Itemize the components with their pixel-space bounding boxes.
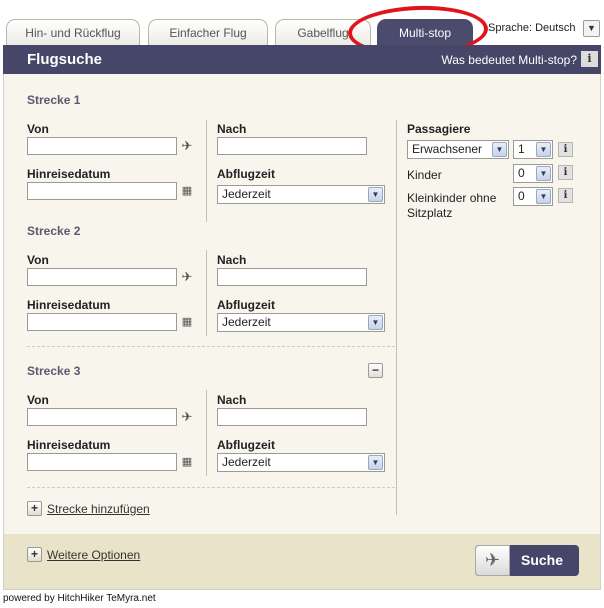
segment-1-to-input[interactable] xyxy=(217,137,367,155)
airplane-icon[interactable]: ✈ xyxy=(178,137,196,155)
search-button[interactable]: ✈ Suche xyxy=(475,545,579,576)
segment-3-from-label: Von xyxy=(27,393,49,407)
footer-bar: + Weitere Optionen ✈ Suche xyxy=(4,534,600,589)
segment-1-time-select[interactable]: Jederzeit ▼ xyxy=(217,185,385,204)
infants-count-value: 0 xyxy=(518,189,525,203)
infants-label: Kleinkinder ohne xyxy=(407,191,497,205)
chevron-down-icon: ▼ xyxy=(368,315,383,330)
plane-icon: ✈ xyxy=(475,545,510,576)
segment-1-from-input[interactable] xyxy=(27,137,177,155)
segment-1-time-label: Abflugzeit xyxy=(217,167,275,181)
page-title: Flugsuche xyxy=(27,51,103,68)
calendar-icon[interactable]: ▦ xyxy=(178,313,196,331)
minus-icon: − xyxy=(371,363,379,377)
segment-2-time-value: Jederzeit xyxy=(222,315,271,329)
column-divider xyxy=(396,120,397,515)
segment-1-to-label: Nach xyxy=(217,122,247,136)
chevron-down-icon: ▼ xyxy=(536,189,551,204)
segment-3-date-label: Hinreisedatum xyxy=(27,438,111,452)
children-count-select[interactable]: 0 ▼ xyxy=(513,164,553,183)
segment-3-time-label: Abflugzeit xyxy=(217,438,275,452)
remove-segment-button[interactable]: − xyxy=(368,363,383,378)
info-icon[interactable]: i xyxy=(558,188,573,203)
search-button-label: Suche xyxy=(521,552,564,568)
plus-icon: + xyxy=(30,501,38,515)
children-count-value: 0 xyxy=(518,166,525,180)
tab-one-way[interactable]: Einfacher Flug xyxy=(148,19,268,45)
segment-2-from-input[interactable] xyxy=(27,268,177,286)
airplane-icon[interactable]: ✈ xyxy=(178,268,196,286)
language-label: Sprache: Deutsch xyxy=(488,22,576,34)
infants-count-select[interactable]: 0 ▼ xyxy=(513,187,553,206)
segment-3-from-input[interactable] xyxy=(27,408,177,426)
segment-2-time-select[interactable]: Jederzeit ▼ xyxy=(217,313,385,332)
chevron-down-icon: ▼ xyxy=(536,142,551,157)
segment-1-from-label: Von xyxy=(27,122,49,136)
separator xyxy=(27,346,395,347)
passenger-type-select[interactable]: Erwachsener ▼ xyxy=(407,140,509,159)
adult-count-select[interactable]: 1 ▼ xyxy=(513,140,553,159)
separator xyxy=(27,487,395,488)
adult-count-value: 1 xyxy=(518,142,525,156)
header-bar: Flugsuche Was bedeutet Multi-stop? i xyxy=(3,45,601,74)
info-icon[interactable]: i xyxy=(581,51,598,67)
segment-3-to-input[interactable] xyxy=(217,408,367,426)
plus-icon: + xyxy=(30,547,38,561)
segment-2-time-label: Abflugzeit xyxy=(217,298,275,312)
calendar-icon[interactable]: ▦ xyxy=(178,453,196,471)
segment-1-title: Strecke 1 xyxy=(27,93,81,107)
help-link[interactable]: Was bedeutet Multi-stop? xyxy=(441,53,577,67)
segment-2-title: Strecke 2 xyxy=(27,224,81,238)
tab-round-trip[interactable]: Hin- und Rückflug xyxy=(6,19,140,45)
info-icon[interactable]: i xyxy=(558,165,573,180)
segment-2-date-label: Hinreisedatum xyxy=(27,298,111,312)
segment-3-time-value: Jederzeit xyxy=(222,455,271,469)
more-options-link[interactable]: Weitere Optionen xyxy=(47,548,140,562)
powered-by-text: powered by HitchHiker TeMyra.net xyxy=(3,593,156,604)
divider xyxy=(206,390,207,476)
chevron-down-icon: ▼ xyxy=(587,23,596,33)
segment-2-date-input[interactable] xyxy=(27,313,177,331)
segment-3-title: Strecke 3 xyxy=(27,364,81,378)
calendar-icon[interactable]: ▦ xyxy=(178,182,196,200)
more-options-button[interactable]: + xyxy=(27,547,42,562)
airplane-icon[interactable]: ✈ xyxy=(178,408,196,426)
segment-3-date-input[interactable] xyxy=(27,453,177,471)
language-dropdown[interactable]: ▼ xyxy=(583,20,600,37)
chevron-down-icon: ▼ xyxy=(368,187,383,202)
chevron-down-icon: ▼ xyxy=(368,455,383,470)
passenger-type-value: Erwachsener xyxy=(412,142,483,156)
add-segment-button[interactable]: + xyxy=(27,501,42,516)
divider xyxy=(206,120,207,222)
add-segment-link[interactable]: Strecke hinzufügen xyxy=(47,502,150,516)
segment-1-time-value: Jederzeit xyxy=(222,187,271,201)
passengers-title: Passagiere xyxy=(407,122,471,136)
segment-2-to-label: Nach xyxy=(217,253,247,267)
segment-2-from-label: Von xyxy=(27,253,49,267)
segment-2-to-input[interactable] xyxy=(217,268,367,286)
segment-3-time-select[interactable]: Jederzeit ▼ xyxy=(217,453,385,472)
children-label: Kinder xyxy=(407,168,442,182)
info-icon[interactable]: i xyxy=(558,142,573,157)
segment-3-to-label: Nach xyxy=(217,393,247,407)
chevron-down-icon: ▼ xyxy=(536,166,551,181)
segment-1-date-label: Hinreisedatum xyxy=(27,167,111,181)
tab-open-jaw[interactable]: Gabelflug xyxy=(275,19,371,45)
segment-1-date-input[interactable] xyxy=(27,182,177,200)
infants-label-line2: Sitzplatz xyxy=(407,206,453,220)
search-panel: Strecke 1 Von ✈ Nach Hinreisedatum ▦ Abf… xyxy=(3,74,601,590)
tab-multi-stop[interactable]: Multi-stop xyxy=(377,19,473,45)
chevron-down-icon: ▼ xyxy=(492,142,507,157)
divider xyxy=(206,250,207,336)
